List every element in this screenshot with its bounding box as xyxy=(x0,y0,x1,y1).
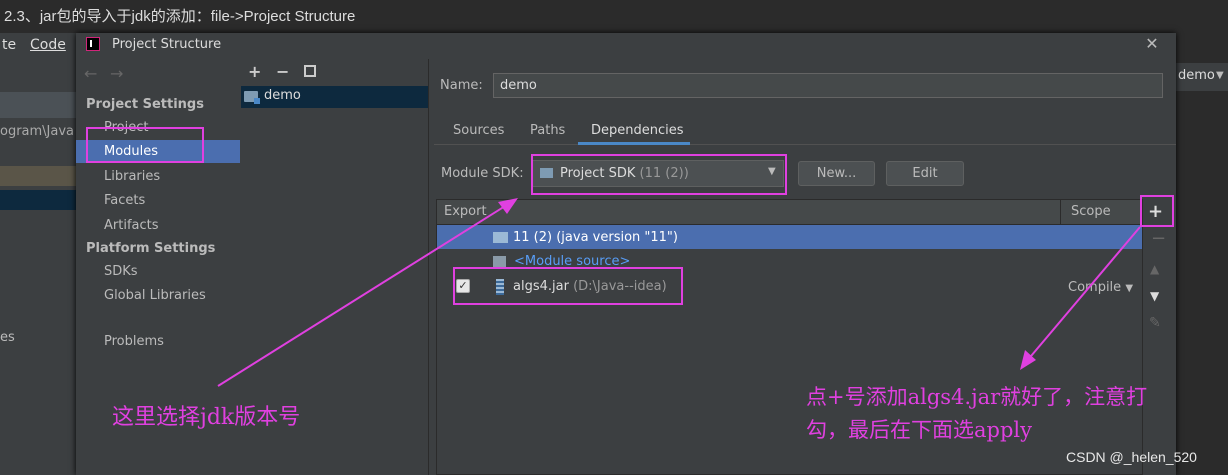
arrow-left-head xyxy=(498,198,518,214)
annotation-right-line1: 点+号添加algs4.jar就好了，注意打 xyxy=(806,385,1148,409)
watermark: CSDN @_helen_520 xyxy=(1066,449,1197,465)
annotation-right-line2: 勾，最后在下面选apply xyxy=(806,418,1032,442)
arrow-right-line xyxy=(1025,226,1141,363)
annotation-left: 这里选择jdk版本号 xyxy=(112,405,301,430)
arrow-left-line xyxy=(217,202,511,387)
